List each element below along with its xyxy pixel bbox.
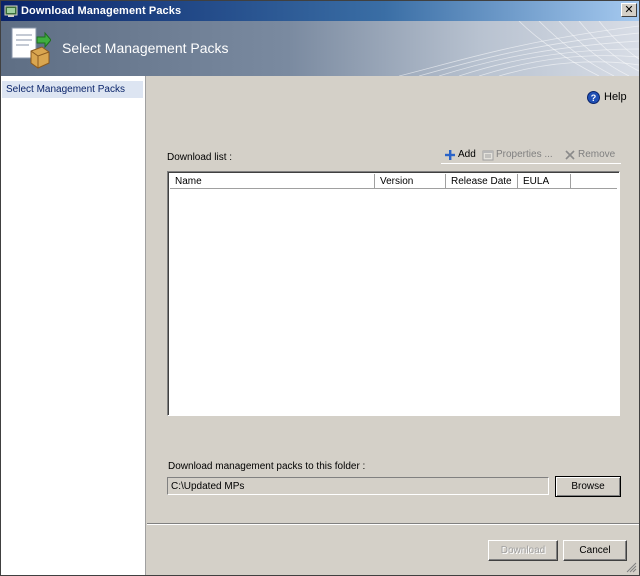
plus-icon (445, 150, 455, 160)
add-button[interactable]: Add (444, 147, 484, 163)
column-header-release-date[interactable]: Release Date (446, 174, 518, 189)
banner-title: Select Management Packs (62, 40, 229, 56)
folder-label: Download management packs to this folder… (168, 461, 366, 472)
management-pack-icon (11, 27, 51, 69)
folder-path-input[interactable] (167, 477, 549, 495)
remove-button[interactable]: Remove (564, 147, 620, 163)
download-list-label: Download list : (167, 152, 233, 163)
footer-separator (147, 523, 639, 525)
banner-waves-decoration (399, 21, 639, 76)
properties-label: Properties ... (496, 149, 553, 160)
window-title: Download Management Packs (21, 5, 182, 17)
browse-button[interactable]: Browse (555, 476, 621, 497)
app-icon (4, 5, 18, 17)
resize-grip-icon[interactable] (625, 561, 637, 573)
nav-item-label: Select Management Packs (6, 84, 125, 95)
close-button[interactable]: ✕ (621, 3, 637, 17)
close-icon: ✕ (624, 4, 634, 16)
list-header: Name Version Release Date EULA (170, 174, 617, 189)
wizard-nav: Select Management Packs (1, 76, 146, 575)
help-label: Help (604, 91, 627, 103)
properties-icon (482, 150, 494, 161)
help-icon: ? (587, 91, 600, 104)
cancel-button[interactable]: Cancel (563, 540, 627, 561)
download-button[interactable]: Download (488, 540, 558, 561)
download-list-toolbar: Add Properties ... Remove (441, 146, 621, 164)
column-header-eula[interactable]: EULA (518, 174, 571, 189)
title-bar[interactable]: Download Management Packs ✕ (1, 1, 639, 21)
column-header-name[interactable]: Name (170, 174, 375, 189)
header-banner: Select Management Packs (1, 21, 639, 76)
download-mp-dialog: Download Management Packs ✕ Select Manag… (0, 0, 640, 576)
column-header-version[interactable]: Version (375, 174, 446, 189)
properties-button[interactable]: Properties ... (482, 147, 562, 163)
download-list-view[interactable]: Name Version Release Date EULA (167, 171, 620, 416)
remove-label: Remove (578, 149, 616, 160)
svg-text:?: ? (591, 93, 597, 103)
nav-item-select-management-packs[interactable]: Select Management Packs (2, 81, 143, 98)
remove-x-icon (565, 150, 575, 160)
add-label: Add (458, 149, 476, 160)
